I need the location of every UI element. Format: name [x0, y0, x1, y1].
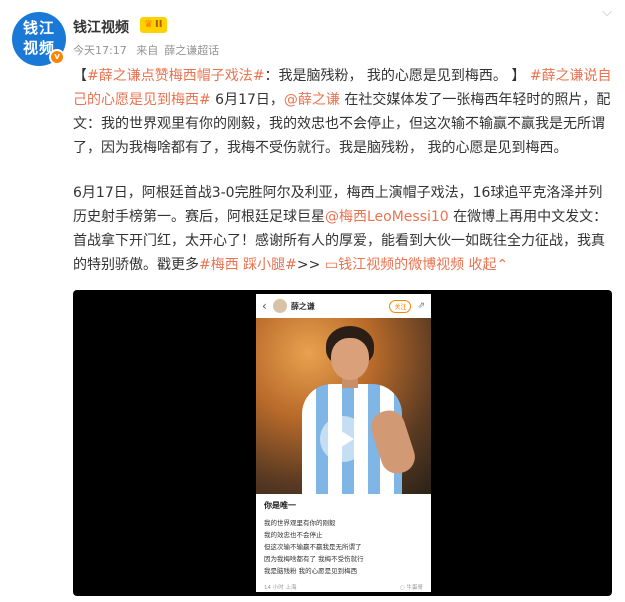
phone-follow-badge: 关注	[389, 299, 412, 313]
post-text: 【#薛之谦点赞梅西帽子戏法#：我是脑残粉， 我的心愿是见到梅西。 】 #薛之谦说…	[73, 64, 613, 298]
phone-footer: 14 小时 上海 ○ 牛蛋哥	[264, 583, 423, 591]
author-name[interactable]: 钱江视频	[73, 17, 129, 37]
post-text-segment: ：我是脑残粉， 我的心愿是见到梅西。 】	[264, 68, 526, 84]
topic-link-3[interactable]: #梅西 踩小腿#	[199, 257, 297, 273]
crown-icon: ♛	[144, 19, 153, 30]
play-button[interactable]	[320, 416, 366, 462]
mention-link[interactable]: @梅西LeoMessi10	[325, 209, 449, 225]
source-prefix: 来自	[136, 44, 159, 57]
video-link-icon: ▭	[324, 257, 339, 273]
post-time[interactable]: 今天17:17	[73, 44, 127, 57]
video-link[interactable]: 钱江视频的微博视频	[338, 257, 464, 273]
phone-lines: 我的世界观里有你的刚毅 我的效忠也不会停止 但这次输不输赢不赢我是无所谓了 因为…	[264, 517, 423, 577]
messi-photo	[256, 318, 431, 494]
post-meta: 今天17:17 来自 薛之谦超话	[73, 42, 225, 58]
phone-username: 薛之谦	[290, 301, 315, 311]
player-face	[331, 338, 369, 380]
collapse-button[interactable]: 收起	[469, 257, 497, 273]
bracket-open: 【	[73, 68, 87, 84]
level-badge-text: II	[154, 19, 163, 30]
verified-icon: v	[49, 49, 65, 65]
phone-foot-right: ○ 牛蛋哥	[399, 585, 423, 591]
back-arrow-icon: ‹	[262, 299, 267, 313]
level-badge[interactable]: ♛ II	[140, 17, 168, 33]
phone-post-title: 你是唯一	[264, 501, 296, 510]
chevron-up-icon[interactable]: ⌃	[497, 257, 509, 273]
phone-body: 你是唯一 我的世界观里有你的刚毅 我的效忠也不会停止 但这次输不输赢不赢我是无所…	[256, 494, 431, 591]
play-icon	[337, 429, 354, 449]
mention-link[interactable]: @薛之谦	[284, 92, 340, 108]
phone-avatar	[272, 299, 287, 313]
phone-line: 我是脑残粉 我的心愿是见到梅西	[264, 567, 358, 575]
post-paragraph-1: 【#薛之谦点赞梅西帽子戏法#：我是脑残粉， 我的心愿是见到梅西。 】 #薛之谦说…	[73, 64, 613, 160]
phone-line: 但这次输不输赢不赢我是无所谓了	[264, 543, 362, 551]
phone-line: 我的世界观里有你的刚毅	[264, 519, 336, 527]
post-paragraph-2: 6月17日，阿根廷首战3-0完胜阿尔及利亚，梅西上演帽子戏法，16球追平克洛泽并…	[73, 181, 613, 277]
more-arrows: >>	[296, 257, 321, 273]
chevron-down-icon[interactable]: ⌵	[598, 6, 616, 20]
phone-line: 我的效忠也不会停止	[264, 531, 323, 539]
phone-line: 因为我梅啥都有了 我梅不受伤就行	[264, 555, 364, 563]
topic-link-1[interactable]: #薛之谦点赞梅西帽子戏法#	[87, 68, 264, 84]
phone-foot-left: 14 小时 上海	[264, 585, 297, 591]
share-icon: ⇗	[417, 301, 425, 311]
phone-header: ‹ 薛之谦 关注 ⇗	[256, 294, 431, 318]
video-player[interactable]: ‹ 薛之谦 关注 ⇗ 你是唯一 我的世界观里有你的刚毅 我的效忠也不会停止 但这…	[73, 290, 612, 596]
post-text-segment: 6月17日，	[210, 92, 284, 108]
source-link[interactable]: 薛之谦超话	[164, 44, 219, 57]
